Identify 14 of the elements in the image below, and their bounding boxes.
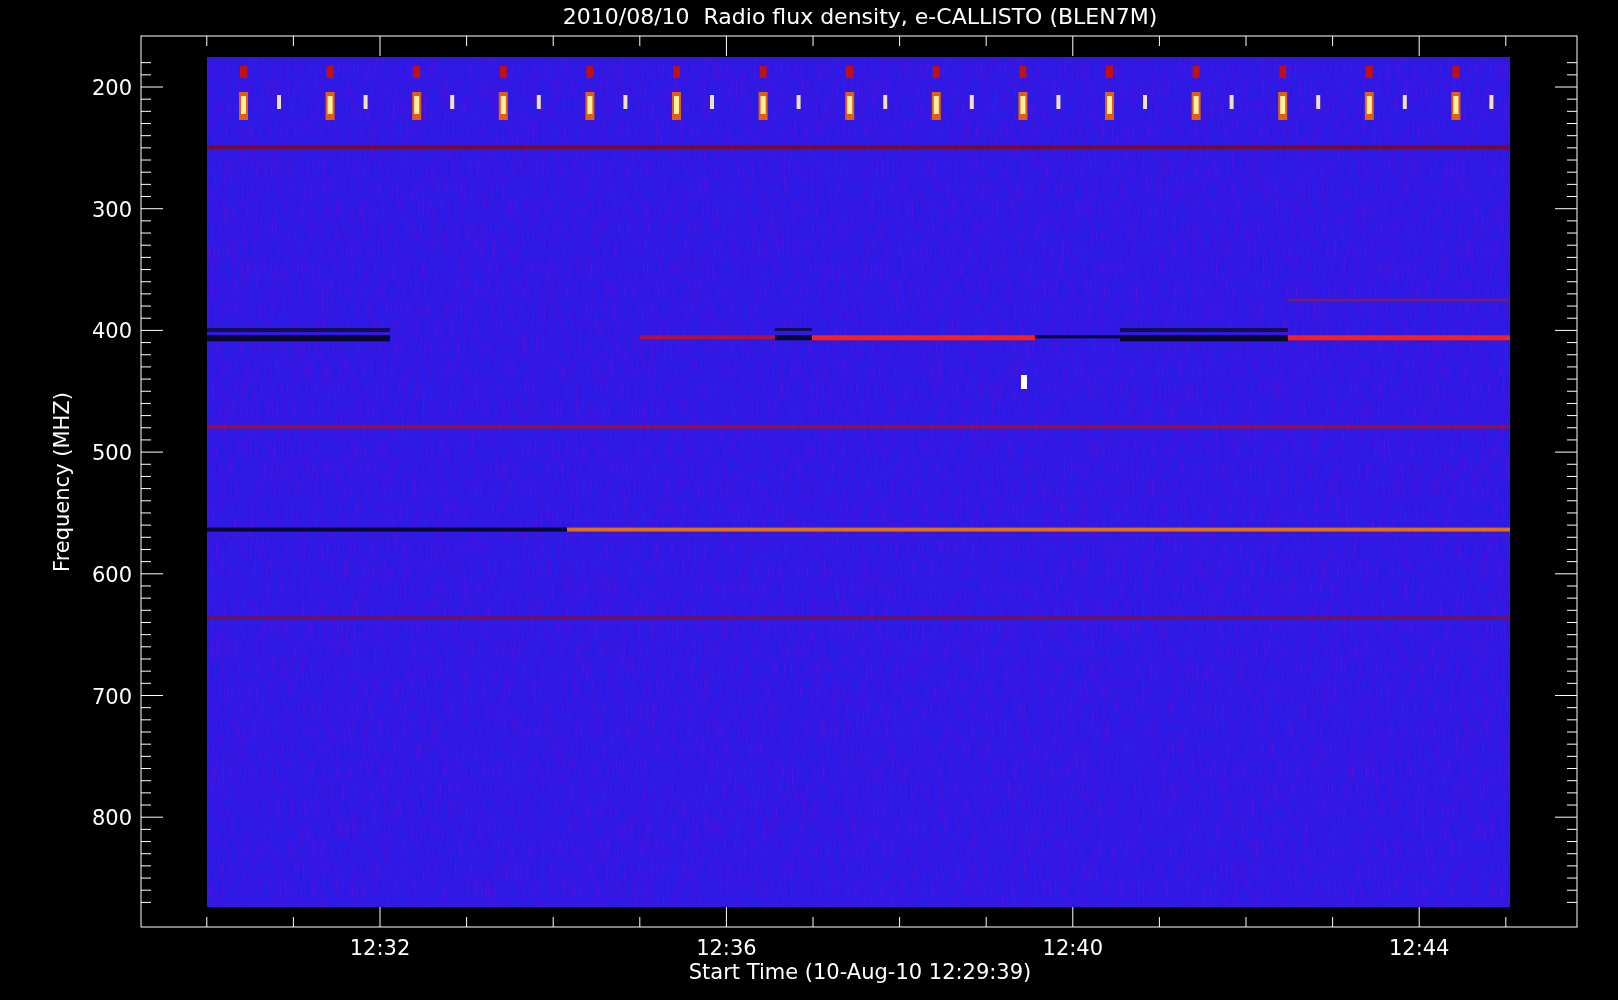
y-tick-label: 300 <box>91 197 132 222</box>
x-tick-label: 12:32 <box>349 936 411 960</box>
y-tick-label: 200 <box>91 76 132 100</box>
x-axis-label: Start Time (10-Aug-10 12:29:39) <box>688 960 1032 984</box>
y-tick-label: 400 <box>91 319 132 344</box>
y-tick-label: 700 <box>91 684 132 709</box>
x-tick-label: 12:44 <box>1388 936 1450 960</box>
chart-title: 2010/08/10 Radio flux density, e-CALLISTO (BLEN7M) <box>562 4 1158 29</box>
x-tick-label: 12:36 <box>696 936 757 960</box>
y-tick-label: 500 <box>91 441 132 466</box>
y-tick-label: 600 <box>91 562 132 587</box>
y-tick-label: 800 <box>91 806 132 831</box>
x-tick-label: 12:40 <box>1042 936 1104 960</box>
y-axis-label: Frequency (MHZ) <box>50 392 74 572</box>
